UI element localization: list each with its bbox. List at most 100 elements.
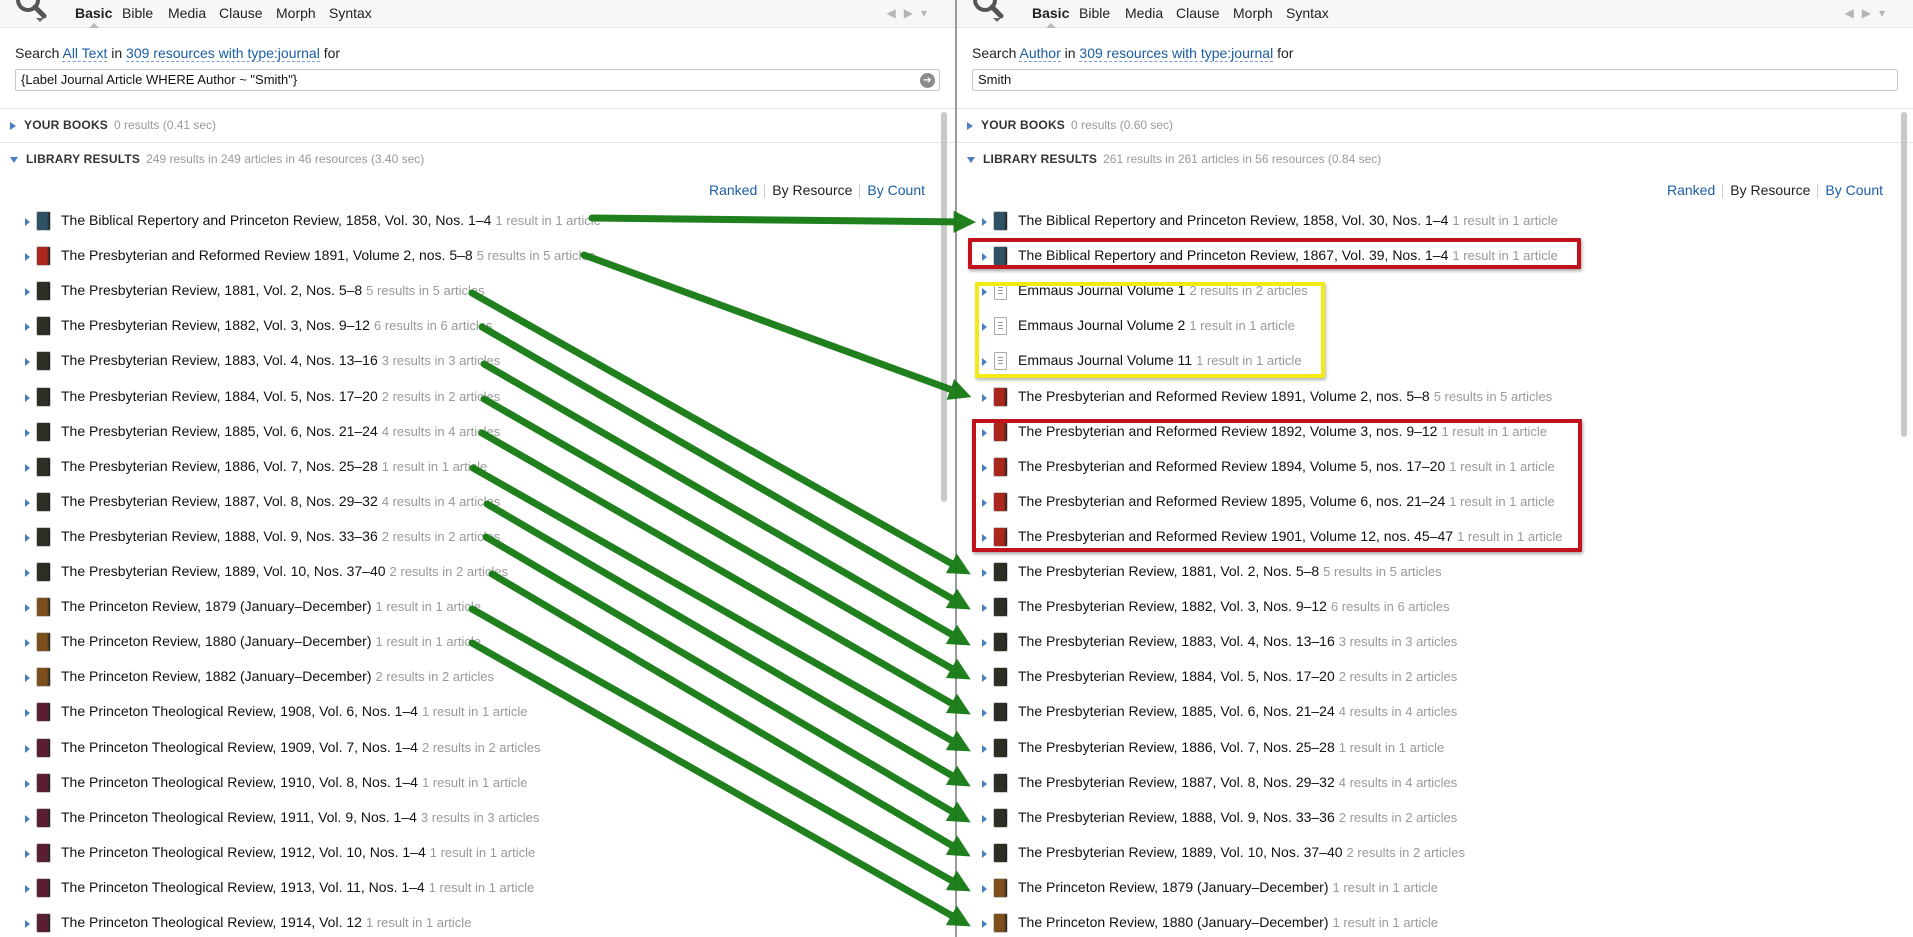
expand-arrow-icon[interactable] — [982, 744, 987, 753]
result-title[interactable]: The Presbyterian Review, 1886, Vol. 7, N… — [1018, 737, 1444, 758]
expand-arrow-icon[interactable] — [25, 604, 30, 613]
expand-arrow-icon[interactable] — [25, 323, 30, 332]
result-title[interactable]: The Biblical Repertory and Princeton Rev… — [1018, 245, 1558, 266]
tab-morph[interactable]: Morph — [276, 5, 316, 21]
result-title[interactable]: The Princeton Theological Review, 1909, … — [61, 737, 540, 758]
go-arrow-icon[interactable]: ➔ — [920, 73, 935, 88]
tab-media[interactable]: Media — [1125, 5, 1163, 21]
magnifier-icon[interactable] — [12, 0, 48, 24]
expand-arrow-icon[interactable] — [25, 533, 30, 542]
expand-arrow-icon[interactable] — [25, 569, 30, 577]
result-title[interactable]: The Princeton Theological Review, 1912, … — [61, 842, 535, 863]
result-title[interactable]: The Princeton Theological Review, 1910, … — [61, 772, 527, 793]
sort-by-resource-link[interactable]: By Resource — [772, 182, 852, 198]
result-title[interactable]: The Princeton Review, 1882 (January–Dece… — [61, 666, 494, 687]
resource-scope-selector[interactable]: 309 resources with type:journal — [126, 45, 320, 62]
result-title[interactable]: The Presbyterian Review, 1882, Vol. 3, N… — [61, 315, 492, 336]
resource-scope-selector[interactable]: 309 resources with type:journal — [1079, 45, 1274, 62]
result-title[interactable]: The Presbyterian Review, 1881, Vol. 2, N… — [1018, 561, 1442, 582]
dropdown-icon[interactable]: ▾ — [1879, 6, 1893, 20]
back-arrow-icon[interactable]: ◀ — [887, 6, 904, 20]
expand-arrow-icon[interactable] — [982, 428, 987, 437]
tab-media[interactable]: Media — [168, 5, 206, 21]
expand-arrow-icon[interactable] — [25, 814, 30, 823]
sort-ranked-link[interactable]: Ranked — [1667, 182, 1715, 198]
expand-arrow-icon[interactable] — [982, 533, 987, 542]
tab-bible[interactable]: Bible — [1079, 5, 1110, 21]
expand-arrow-icon[interactable] — [25, 463, 30, 472]
result-title[interactable]: The Presbyterian Review, 1884, Vol. 5, N… — [61, 386, 500, 407]
result-title[interactable]: Emmaus Journal Volume 12 results in 2 ar… — [1018, 280, 1308, 301]
tab-bible[interactable]: Bible — [122, 5, 153, 21]
search-input[interactable]: {Label Journal Article WHERE Author ~ "S… — [15, 69, 940, 91]
expand-arrow-icon[interactable] — [982, 218, 987, 226]
search-input[interactable]: Smith — [972, 69, 1898, 91]
expand-arrow-icon[interactable] — [25, 920, 30, 928]
result-title[interactable]: The Presbyterian and Reformed Review 189… — [1018, 421, 1547, 442]
tab-syntax[interactable]: Syntax — [1286, 5, 1329, 21]
result-title[interactable]: The Princeton Review, 1880 (January–Dece… — [61, 631, 481, 652]
result-title[interactable]: The Presbyterian Review, 1888, Vol. 9, N… — [61, 526, 500, 547]
result-title[interactable]: The Princeton Theological Review, 1913, … — [61, 877, 534, 898]
expand-arrow-icon[interactable] — [25, 253, 30, 262]
expand-arrow-icon[interactable] — [982, 709, 987, 718]
tab-basic[interactable]: Basic — [75, 5, 112, 28]
expand-arrow-icon[interactable] — [982, 639, 987, 648]
expand-arrow-icon[interactable] — [982, 674, 987, 683]
expand-icon[interactable] — [10, 121, 16, 130]
expand-arrow-icon[interactable] — [982, 920, 987, 928]
dropdown-icon[interactable]: ▾ — [921, 6, 935, 20]
expand-arrow-icon[interactable] — [982, 604, 987, 613]
tab-morph[interactable]: Morph — [1233, 5, 1273, 21]
your-books-section[interactable]: YOUR BOOKS 0 results (0.41 sec) — [10, 118, 216, 132]
expand-arrow-icon[interactable] — [982, 463, 987, 472]
expand-arrow-icon[interactable] — [25, 498, 30, 507]
expand-icon[interactable] — [967, 121, 973, 130]
expand-arrow-icon[interactable] — [25, 744, 30, 753]
library-results-section[interactable]: LIBRARY RESULTS 249 results in 249 articl… — [10, 152, 424, 166]
expand-arrow-icon[interactable] — [25, 639, 30, 648]
result-title[interactable]: The Biblical Repertory and Princeton Rev… — [1018, 210, 1558, 231]
scrollbar[interactable] — [1901, 112, 1907, 437]
expand-arrow-icon[interactable] — [982, 569, 987, 577]
result-title[interactable]: The Princeton Review, 1879 (January–Dece… — [61, 596, 481, 617]
result-title[interactable]: The Biblical Repertory and Princeton Rev… — [61, 210, 601, 231]
expand-arrow-icon[interactable] — [982, 498, 987, 507]
expand-arrow-icon[interactable] — [25, 779, 30, 788]
expand-arrow-icon[interactable] — [982, 849, 987, 858]
library-results-section[interactable]: LIBRARY RESULTS 261 results in 261 articl… — [967, 152, 1381, 166]
tab-clause[interactable]: Clause — [1176, 5, 1220, 21]
sort-ranked-link[interactable]: Ranked — [709, 182, 757, 198]
result-title[interactable]: The Presbyterian and Reformed Review 190… — [1018, 526, 1563, 547]
result-title[interactable]: The Presbyterian Review, 1889, Vol. 10, … — [1018, 842, 1465, 863]
expand-arrow-icon[interactable] — [25, 393, 30, 402]
collapse-icon[interactable] — [10, 156, 18, 163]
result-title[interactable]: The Presbyterian and Reformed Review 189… — [1018, 386, 1552, 407]
result-title[interactable]: The Princeton Review, 1880 (January–Dece… — [1018, 912, 1438, 933]
expand-arrow-icon[interactable] — [25, 288, 30, 297]
expand-arrow-icon[interactable] — [25, 218, 30, 226]
result-title[interactable]: The Presbyterian and Reformed Review 189… — [1018, 491, 1555, 512]
tab-clause[interactable]: Clause — [219, 5, 263, 21]
expand-arrow-icon[interactable] — [982, 288, 987, 297]
your-books-section[interactable]: YOUR BOOKS 0 results (0.60 sec) — [967, 118, 1173, 132]
expand-arrow-icon[interactable] — [25, 709, 30, 718]
result-title[interactable]: Emmaus Journal Volume 11 1 result in 1 ar… — [1018, 350, 1302, 371]
result-title[interactable]: The Princeton Theological Review, 1908, … — [61, 701, 527, 722]
result-title[interactable]: The Presbyterian Review, 1884, Vol. 5, N… — [1018, 666, 1457, 687]
sort-by-resource-link[interactable]: By Resource — [1730, 182, 1810, 198]
result-title[interactable]: The Presbyterian Review, 1885, Vol. 6, N… — [61, 421, 500, 442]
result-title[interactable]: The Presbyterian Review, 1887, Vol. 8, N… — [61, 491, 500, 512]
result-title[interactable]: The Presbyterian Review, 1881, Vol. 2, N… — [61, 280, 485, 301]
magnifier-icon[interactable] — [969, 0, 1005, 24]
tab-syntax[interactable]: Syntax — [329, 5, 372, 21]
expand-arrow-icon[interactable] — [982, 253, 987, 262]
result-title[interactable]: The Princeton Theological Review, 1914, … — [61, 912, 471, 933]
tab-basic[interactable]: Basic — [1032, 5, 1069, 28]
result-title[interactable]: The Presbyterian Review, 1885, Vol. 6, N… — [1018, 701, 1457, 722]
result-title[interactable]: The Presbyterian Review, 1888, Vol. 9, N… — [1018, 807, 1457, 828]
result-title[interactable]: The Presbyterian Review, 1889, Vol. 10, … — [61, 561, 508, 582]
collapse-icon[interactable] — [967, 156, 975, 163]
result-title[interactable]: The Presbyterian and Reformed Review 189… — [61, 245, 595, 266]
result-title[interactable]: The Presbyterian Review, 1883, Vol. 4, N… — [61, 350, 500, 371]
